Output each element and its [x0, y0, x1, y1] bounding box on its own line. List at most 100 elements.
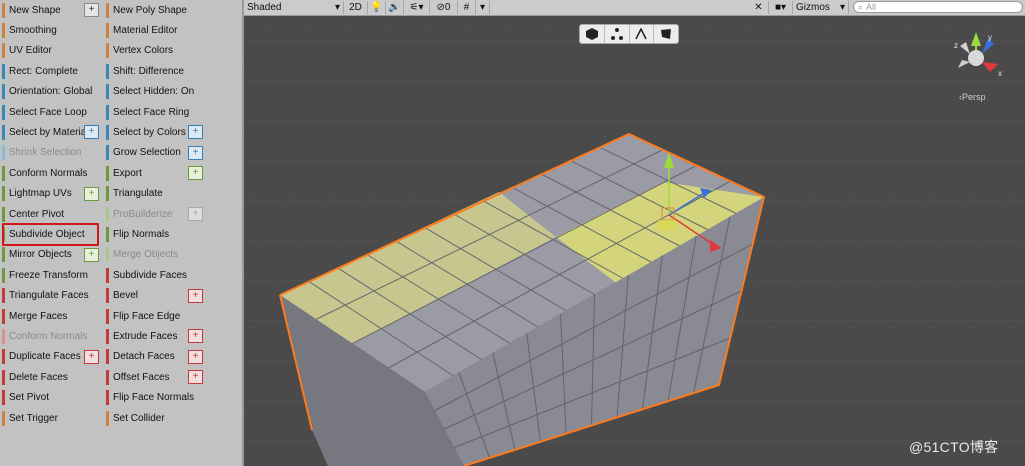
- hidden-count[interactable]: ⊘ 0: [430, 1, 458, 14]
- options-plus-button[interactable]: +: [188, 145, 203, 160]
- light-icon[interactable]: 💡: [368, 1, 386, 14]
- tools-icon[interactable]: ✕: [749, 1, 769, 14]
- tool-label: New Poly Shape: [113, 4, 187, 16]
- tool-button[interactable]: Freeze Transform: [2, 266, 88, 284]
- tool-button[interactable]: Flip Normals: [106, 225, 169, 243]
- tool-button[interactable]: ProBuilderize: [106, 205, 172, 223]
- tool-label: Shift: Difference: [113, 65, 184, 77]
- tool-button[interactable]: Triangulate Faces: [2, 287, 89, 305]
- tool-label: Flip Face Edge: [113, 310, 181, 322]
- tool-button[interactable]: Set Trigger: [2, 409, 58, 427]
- probuilder-panel: New Shape + Smoothing UV Editor Rect: Comple…: [0, 0, 244, 466]
- tool-label: Smoothing: [9, 24, 57, 36]
- category-color-bar: [2, 104, 5, 120]
- gizmos-dropdown[interactable]: Gizmos ▾: [793, 1, 849, 14]
- category-color-bar: [106, 369, 109, 385]
- options-plus-button[interactable]: +: [84, 186, 99, 201]
- tool-button[interactable]: Select Hidden: On: [106, 83, 194, 101]
- selection-highlight: [2, 223, 99, 246]
- tool-button[interactable]: New Poly Shape: [106, 1, 187, 19]
- category-color-bar: [106, 186, 109, 202]
- object-mode-button[interactable]: [580, 25, 605, 43]
- options-plus-button[interactable]: +: [188, 125, 203, 140]
- options-plus-button[interactable]: +: [84, 125, 99, 140]
- tool-label: Select Hidden: On: [113, 86, 195, 98]
- category-color-bar: [106, 267, 109, 283]
- options-plus-button[interactable]: +: [84, 247, 99, 262]
- tool-button[interactable]: Bevel: [106, 287, 138, 305]
- tool-button[interactable]: Flip Face Normals: [106, 389, 194, 407]
- tool-button[interactable]: Select by Material: [2, 123, 88, 141]
- tool-button[interactable]: Lightmap UVs: [2, 185, 72, 203]
- tool-button[interactable]: Smoothing: [2, 21, 57, 39]
- tool-button[interactable]: Select Face Ring: [106, 103, 189, 121]
- tool-button[interactable]: Material Editor: [106, 21, 177, 39]
- camera-icon[interactable]: ■▾: [769, 1, 793, 14]
- vertex-icon: [610, 28, 623, 40]
- category-color-bar: [106, 84, 109, 100]
- tool-button[interactable]: Select by Colors: [106, 123, 186, 141]
- 2d-toggle[interactable]: 2D: [344, 1, 368, 14]
- tool-button[interactable]: Conform Normals: [2, 327, 87, 345]
- tool-button[interactable]: Merge Objects: [106, 246, 178, 264]
- tool-button[interactable]: Grow Selection: [106, 144, 181, 162]
- category-color-bar: [2, 63, 5, 79]
- category-color-bar: [2, 165, 5, 181]
- tool-label: Set Pivot: [9, 392, 50, 404]
- tool-button[interactable]: Duplicate Faces: [2, 348, 81, 366]
- tool-button[interactable]: Set Pivot: [2, 389, 49, 407]
- search-input[interactable]: ⌕ All: [853, 1, 1023, 13]
- tool-button[interactable]: Export: [106, 164, 142, 182]
- svg-text:z: z: [954, 41, 958, 50]
- persp-label[interactable]: ‹Persp: [959, 92, 986, 102]
- tool-button[interactable]: Offset Faces: [106, 368, 170, 386]
- tool-button[interactable]: Flip Face Edge: [106, 307, 180, 325]
- category-color-bar: [2, 2, 5, 18]
- tool-button[interactable]: Rect: Complete: [2, 62, 78, 80]
- category-color-bar: [106, 43, 109, 59]
- category-color-bar: [106, 165, 109, 181]
- options-plus-button[interactable]: +: [188, 349, 203, 364]
- audio-icon[interactable]: 🔊: [386, 1, 404, 14]
- tool-label: Duplicate Faces: [9, 351, 81, 363]
- tool-button[interactable]: Subdivide Faces: [106, 266, 187, 284]
- category-color-bar: [106, 328, 109, 344]
- shading-dropdown[interactable]: Shaded ▾: [244, 1, 344, 14]
- tool-button[interactable]: Shrink Selection: [2, 144, 81, 162]
- tool-button[interactable]: Detach Faces: [106, 348, 175, 366]
- options-plus-button[interactable]: +: [188, 329, 203, 344]
- tool-button[interactable]: UV Editor: [2, 42, 52, 60]
- tool-button[interactable]: Delete Faces: [2, 368, 68, 386]
- tool-button[interactable]: Extrude Faces: [106, 327, 177, 345]
- tool-button[interactable]: Set Collider: [106, 409, 165, 427]
- scene-view[interactable]: y x z Shaded ▾ 2D 💡 🔊 ⚟▾ ⊘ 0 # ▾ ✕ ■▾ Gizm…: [244, 0, 1025, 466]
- tool-button[interactable]: Conform Normals: [2, 164, 87, 182]
- edge-mode-button[interactable]: [630, 25, 655, 43]
- tool-button[interactable]: Center Pivot: [2, 205, 64, 223]
- tool-label: Flip Normals: [113, 228, 170, 240]
- effects-icon[interactable]: ⚟▾: [404, 1, 430, 14]
- category-color-bar: [106, 308, 109, 324]
- tool-button[interactable]: Orientation: Global: [2, 83, 92, 101]
- grid-dropdown-icon[interactable]: ▾: [476, 1, 490, 14]
- options-plus-button[interactable]: +: [84, 3, 99, 17]
- face-mode-button[interactable]: [654, 25, 678, 43]
- tool-label: Bevel: [113, 290, 139, 302]
- scene-canvas[interactable]: y x z: [244, 0, 1025, 466]
- tool-button[interactable]: Triangulate: [106, 185, 163, 203]
- options-plus-button[interactable]: +: [188, 288, 203, 303]
- options-plus-button[interactable]: +: [188, 207, 203, 221]
- tool-button[interactable]: New Shape: [2, 1, 61, 19]
- vertex-mode-button[interactable]: [605, 25, 630, 43]
- grid-icon[interactable]: #: [458, 1, 476, 14]
- tool-button[interactable]: Shift: Difference: [106, 62, 184, 80]
- tool-button[interactable]: Select Face Loop: [2, 103, 87, 121]
- options-plus-button[interactable]: +: [188, 370, 203, 385]
- face-icon: [661, 29, 672, 39]
- category-color-bar: [106, 206, 109, 222]
- options-plus-button[interactable]: +: [188, 166, 203, 181]
- tool-button[interactable]: Mirror Objects: [2, 246, 72, 264]
- tool-button[interactable]: Merge Faces: [2, 307, 67, 325]
- options-plus-button[interactable]: +: [84, 349, 99, 364]
- tool-button[interactable]: Vertex Colors: [106, 42, 173, 60]
